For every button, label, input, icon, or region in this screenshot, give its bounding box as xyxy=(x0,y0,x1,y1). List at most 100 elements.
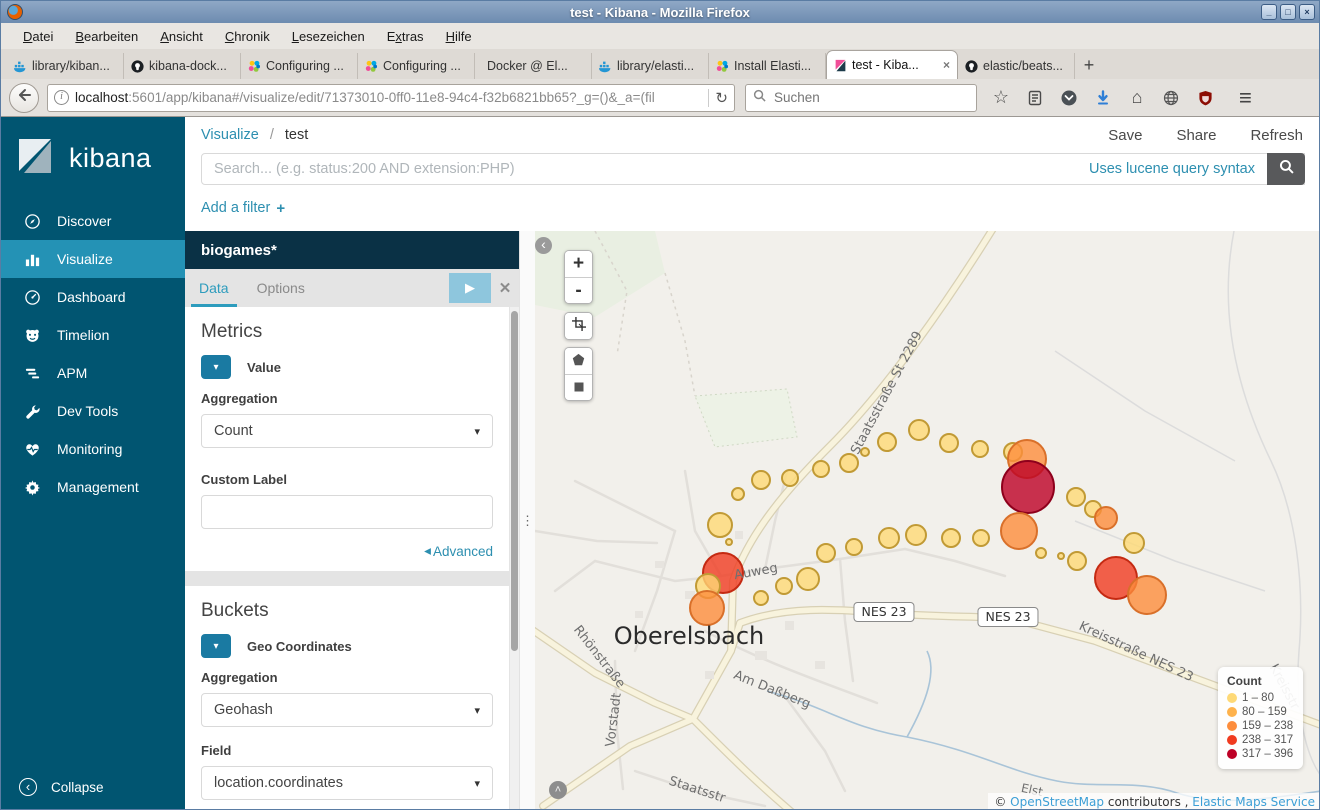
url-bar[interactable]: i localhost:5601/app/kibana#/visualize/e… xyxy=(47,84,735,112)
new-tab-button[interactable]: + xyxy=(1075,53,1103,79)
tab-options[interactable]: Options xyxy=(243,269,319,307)
firefox-search-input[interactable] xyxy=(772,89,942,106)
firefox-search-field[interactable] xyxy=(745,84,977,112)
buckets-field-select[interactable]: location.coordinates ▾ xyxy=(201,766,493,800)
geohash-circle[interactable] xyxy=(797,568,819,590)
query-input[interactable] xyxy=(202,161,1089,177)
osm-link[interactable]: OpenStreetMap xyxy=(1010,795,1104,809)
map-collapse-chevron[interactable]: ‹ xyxy=(535,237,552,254)
advanced-link[interactable]: ◂ Advanced xyxy=(201,543,493,559)
ublock-shield-icon[interactable] xyxy=(1195,88,1215,108)
custom-label-input[interactable] xyxy=(201,495,493,529)
geohash-circle[interactable] xyxy=(732,488,744,500)
geohash-circle[interactable] xyxy=(813,461,829,477)
geohash-circle[interactable] xyxy=(909,420,929,440)
tab[interactable]: Install Elasti... xyxy=(709,53,826,79)
reading-list-icon[interactable] xyxy=(1025,88,1045,108)
panel-resizer-handle[interactable]: ⋮ xyxy=(519,231,535,810)
menu-lesezeichen[interactable]: Lesezeichen xyxy=(282,26,375,47)
tab[interactable]: Configuring ... xyxy=(358,53,475,79)
geohash-circle[interactable] xyxy=(752,471,770,489)
query-search-button[interactable] xyxy=(1267,153,1305,185)
panel-scrollbar[interactable] xyxy=(510,307,519,810)
geohash-circle[interactable] xyxy=(906,525,926,545)
geohash-circle[interactable] xyxy=(972,441,988,457)
pocket-icon[interactable] xyxy=(1059,88,1079,108)
geohash-circle[interactable] xyxy=(754,591,768,605)
geohash-circle[interactable] xyxy=(1128,576,1166,614)
sidebar-collapse-button[interactable]: ‹ Collapse xyxy=(1,771,185,803)
leaflet-attribution-toggle[interactable]: ˄ xyxy=(549,781,567,799)
minimize-button[interactable]: _ xyxy=(1261,4,1277,20)
geohash-circle[interactable] xyxy=(942,529,960,547)
metrics-aggregation-select[interactable]: Count ▾ xyxy=(201,414,493,448)
tab[interactable]: Configuring ... xyxy=(241,53,358,79)
discard-changes-button[interactable]: ✕ xyxy=(491,273,519,303)
menu-chronik[interactable]: Chronik xyxy=(215,26,280,47)
geohash-circle[interactable] xyxy=(840,454,858,472)
sidebar-item-visualize[interactable]: Visualize xyxy=(1,240,185,278)
back-button[interactable] xyxy=(9,83,39,113)
panel-scrollbar-thumb[interactable] xyxy=(511,311,518,651)
tab-active[interactable]: test - Kiba...× xyxy=(826,50,958,79)
ems-link[interactable]: Elastic Maps Service xyxy=(1192,795,1315,809)
menu-hilfe[interactable]: Hilfe xyxy=(436,26,482,47)
share-button[interactable]: Share xyxy=(1176,127,1216,144)
geohash-circle[interactable] xyxy=(1124,533,1144,553)
close-button[interactable]: × xyxy=(1299,4,1315,20)
tab-data[interactable]: Data xyxy=(185,269,243,307)
geohash-circle[interactable] xyxy=(776,578,792,594)
geohash-circle[interactable] xyxy=(878,433,896,451)
bookmark-star-icon[interactable]: ☆ xyxy=(991,88,1011,108)
add-filter-plus-icon[interactable]: + xyxy=(276,200,285,217)
draw-polygon-button[interactable] xyxy=(565,348,592,374)
sidebar-item-timelion[interactable]: Timelion xyxy=(1,316,185,354)
metrics-toggle-button[interactable]: ▾ xyxy=(201,355,231,379)
menu-extras[interactable]: Extras xyxy=(377,26,434,47)
geohash-circle[interactable] xyxy=(690,591,724,625)
sidebar-item-monitoring[interactable]: Monitoring xyxy=(1,430,185,468)
geohash-circle[interactable] xyxy=(1002,461,1054,513)
add-filter-link[interactable]: Add a filter xyxy=(201,200,270,216)
geohash-circle[interactable] xyxy=(1058,553,1064,559)
menu-datei[interactable]: Datei xyxy=(13,26,63,47)
geohash-circle[interactable] xyxy=(879,528,899,548)
kibana-logo[interactable]: kibana xyxy=(1,117,185,202)
maximize-button[interactable]: □ xyxy=(1280,4,1296,20)
geohash-circle[interactable] xyxy=(1095,507,1117,529)
geohash-circle[interactable] xyxy=(940,434,958,452)
menu-hamburger-icon[interactable]: ≡ xyxy=(1239,85,1252,111)
sidebar-item-dev-tools[interactable]: Dev Tools xyxy=(1,392,185,430)
geohash-circle[interactable] xyxy=(1001,513,1037,549)
coordinate-map[interactable]: AuwegStaatsstraße St 2289Am DaßbergRhöns… xyxy=(535,231,1320,810)
menu-bearbeiten[interactable]: Bearbeiten xyxy=(65,26,148,47)
tab[interactable]: Docker @ El... xyxy=(475,53,592,79)
fit-data-bounds-button[interactable] xyxy=(565,313,592,339)
site-info-icon[interactable]: i xyxy=(54,90,69,105)
zoom-out-button[interactable]: - xyxy=(565,277,592,303)
geohash-circle[interactable] xyxy=(726,539,732,545)
geohash-circle[interactable] xyxy=(1068,552,1086,570)
buckets-toggle-button[interactable]: ▾ xyxy=(201,634,231,658)
sidebar-item-apm[interactable]: APM xyxy=(1,354,185,392)
tab[interactable]: elastic/beats... xyxy=(958,53,1075,79)
lucene-syntax-link[interactable]: Uses lucene query syntax xyxy=(1089,161,1255,177)
sidebar-item-dashboard[interactable]: Dashboard xyxy=(1,278,185,316)
zoom-in-button[interactable]: + xyxy=(565,251,592,277)
breadcrumb-visualize-link[interactable]: Visualize xyxy=(201,127,259,143)
home-icon[interactable]: ⌂ xyxy=(1127,88,1147,108)
reload-icon[interactable]: ↻ xyxy=(715,89,728,107)
extension-globe-icon[interactable] xyxy=(1161,88,1181,108)
geohash-circle[interactable] xyxy=(708,513,732,537)
save-button[interactable]: Save xyxy=(1108,127,1142,144)
sidebar-item-discover[interactable]: Discover xyxy=(1,202,185,240)
menu-ansicht[interactable]: Ansicht xyxy=(150,26,213,47)
tab[interactable]: kibana-dock... xyxy=(124,53,241,79)
geohash-circle[interactable] xyxy=(1067,488,1085,506)
tab-close-icon[interactable]: × xyxy=(943,58,950,72)
geohash-circle[interactable] xyxy=(973,530,989,546)
sidebar-item-management[interactable]: Management xyxy=(1,468,185,506)
apply-changes-button[interactable]: ▶ xyxy=(449,273,491,303)
tab[interactable]: library/kiban... xyxy=(7,53,124,79)
buckets-aggregation-select[interactable]: Geohash ▾ xyxy=(201,693,493,727)
